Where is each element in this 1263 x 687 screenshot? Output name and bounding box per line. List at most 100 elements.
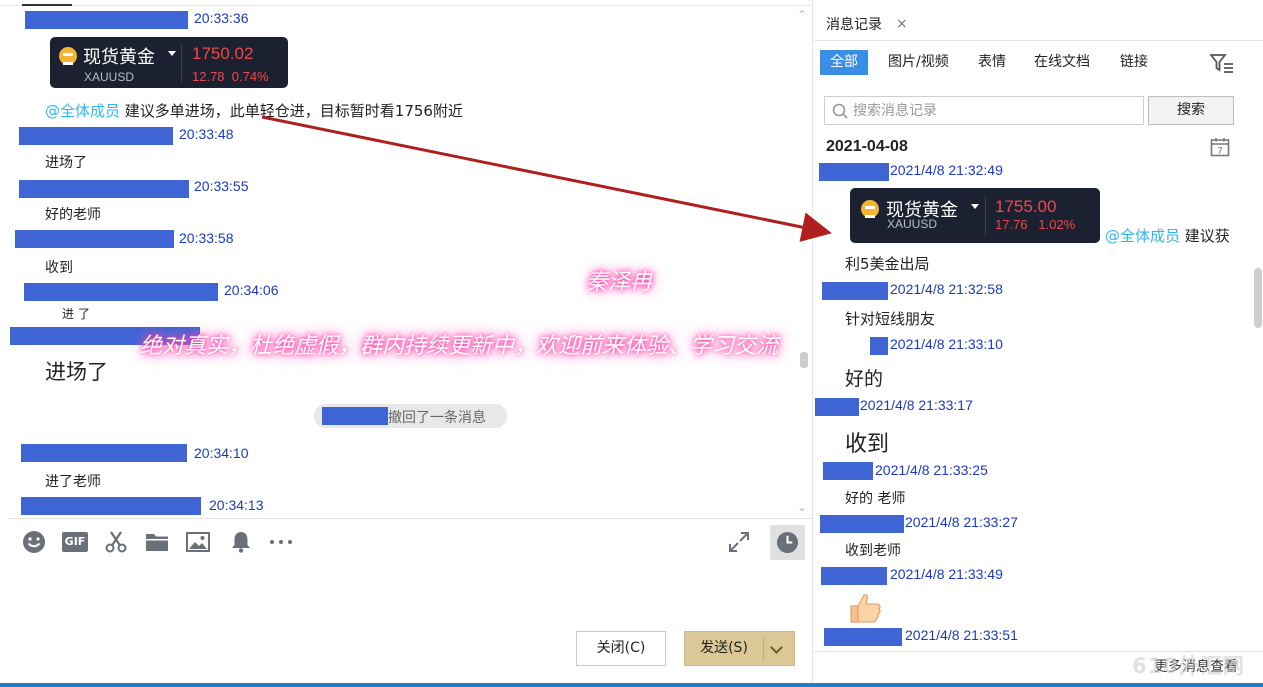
close-icon[interactable]: × bbox=[896, 16, 908, 32]
record-time: 2021/4/8 21:33:10 bbox=[890, 336, 1003, 352]
thumbs-up-icon bbox=[850, 594, 881, 623]
gold-coin-icon bbox=[59, 47, 77, 65]
quote-card[interactable]: 现货黄金 XAUUSD 1750.02 12.78 0.74% bbox=[50, 37, 288, 88]
close-button[interactable]: 关闭(C) bbox=[576, 631, 666, 666]
chevron-down-icon[interactable] bbox=[770, 641, 783, 654]
redacted-sender bbox=[24, 283, 218, 301]
redacted-sender bbox=[25, 11, 188, 29]
record-time: 2021/4/8 21:33:27 bbox=[905, 514, 1018, 530]
quote-change-value: 12.78 bbox=[192, 69, 225, 84]
record-text: 针对短线朋友 bbox=[845, 310, 936, 328]
quote-change: 17.76 1.02% bbox=[995, 217, 1075, 232]
message-time: 20:33:58 bbox=[179, 230, 234, 246]
more-icon[interactable] bbox=[269, 530, 293, 554]
search-box[interactable] bbox=[824, 96, 1144, 125]
caret-down-icon[interactable] bbox=[971, 204, 979, 209]
advice-text-start: 建议获 bbox=[1184, 227, 1230, 245]
message-time: 20:33:55 bbox=[194, 178, 249, 194]
advice-message: @全体成员 建议获 bbox=[1105, 225, 1230, 246]
input-toolbar: GIF bbox=[8, 518, 813, 566]
record-time: 2021/4/8 21:33:25 bbox=[875, 462, 988, 478]
tab-emoji[interactable]: 表情 bbox=[978, 50, 1006, 75]
message-time: 20:34:13 bbox=[209, 497, 264, 513]
quote-symbol: XAUUSD bbox=[887, 217, 938, 231]
scroll-up-icon[interactable]: ⌃ bbox=[797, 8, 807, 22]
record-text-large: 收到 bbox=[845, 432, 890, 457]
mention-all[interactable]: @全体成员 bbox=[45, 102, 120, 120]
gold-coin-icon bbox=[861, 200, 879, 218]
quote-change-percent: 0.74% bbox=[231, 69, 269, 84]
advice-message: @全体成员 建议多单进场，此单轻仓进，目标暂时看1756附近 bbox=[45, 100, 463, 121]
redacted-sender bbox=[19, 127, 173, 145]
record-text-large: 好的 bbox=[845, 368, 884, 390]
calendar-icon[interactable]: 7 bbox=[1210, 137, 1230, 157]
message-text-large: 进场了 bbox=[45, 360, 108, 384]
record-time: 2021/4/8 21:32:49 bbox=[890, 162, 1003, 178]
redacted-sender bbox=[19, 180, 189, 198]
overlay-name: 秦泽冉 bbox=[586, 270, 653, 295]
gif-icon[interactable]: GIF bbox=[62, 532, 88, 552]
quote-price: 1755.00 bbox=[995, 197, 1057, 216]
panel-title: 消息记录 bbox=[826, 17, 882, 33]
record-text: 好的 老师 bbox=[845, 491, 906, 507]
record-time: 2021/4/8 21:33:51 bbox=[905, 627, 1018, 643]
send-button[interactable]: 发送(S) bbox=[684, 631, 795, 666]
scrollbar-thumb[interactable] bbox=[800, 352, 808, 368]
clock-icon bbox=[776, 531, 799, 554]
redacted-sender bbox=[820, 515, 904, 533]
record-text: 收到老师 bbox=[845, 543, 901, 559]
redacted-sender bbox=[815, 398, 859, 416]
redacted-sender bbox=[21, 497, 201, 515]
message-time: 20:33:36 bbox=[194, 10, 249, 26]
redacted-sender bbox=[15, 230, 174, 248]
recall-notice: 撤回了一条消息 bbox=[314, 404, 507, 428]
recall-text: 撤回了一条消息 bbox=[388, 410, 486, 426]
expand-icon[interactable] bbox=[727, 530, 751, 554]
quote-change-percent: 1.02% bbox=[1038, 217, 1076, 232]
folder-icon[interactable] bbox=[145, 530, 169, 554]
quote-change-value: 17.76 bbox=[995, 217, 1028, 232]
message-text: 进了老师 bbox=[45, 474, 101, 490]
redacted-sender bbox=[824, 628, 902, 646]
search-button[interactable]: 搜索 bbox=[1148, 96, 1234, 125]
message-time: 20:33:48 bbox=[179, 126, 234, 142]
scrollbar-thumb[interactable] bbox=[1254, 268, 1262, 328]
filter-icon[interactable] bbox=[1209, 53, 1234, 75]
search-input[interactable] bbox=[853, 99, 1133, 122]
tab-media[interactable]: 图片/视频 bbox=[888, 50, 949, 75]
message-list[interactable]: ⌃ 20:33:36 现货黄金 XAUUSD 1750.02 12.78 0.7… bbox=[0, 6, 813, 517]
image-icon[interactable] bbox=[186, 530, 210, 554]
quote-card[interactable]: 现货黄金 XAUUSD 1755.00 17.76 1.02% bbox=[850, 188, 1100, 243]
advice-text: 建议多单进场，此单轻仓进，目标暂时看1756附近 bbox=[124, 102, 463, 120]
message-text: 进场了 bbox=[45, 155, 87, 171]
redacted-sender bbox=[823, 462, 873, 480]
overlay-banner: 绝对真实，杜绝虚假，群内持续更新中，欢迎前来体验、学习交流 bbox=[140, 334, 779, 359]
calendar-day: 7 bbox=[1217, 147, 1223, 157]
redacted-sender bbox=[870, 337, 888, 355]
send-divider bbox=[763, 638, 764, 660]
tab-links[interactable]: 链接 bbox=[1120, 50, 1148, 75]
bell-icon[interactable] bbox=[229, 530, 253, 554]
date-header: 2021-04-08 bbox=[826, 138, 908, 155]
header-divider bbox=[814, 40, 1263, 41]
quote-change: 12.78 0.74% bbox=[192, 69, 269, 84]
record-time: 2021/4/8 21:33:17 bbox=[860, 397, 973, 413]
tab-all[interactable]: 全部 bbox=[820, 50, 868, 75]
history-button[interactable] bbox=[770, 525, 805, 560]
quote-price: 1750.02 bbox=[192, 44, 254, 63]
redacted-sender bbox=[822, 282, 888, 300]
message-record-panel: 消息记录 × 全部 图片/视频 表情 在线文档 链接 搜索 2021-04-08… bbox=[814, 0, 1263, 683]
scroll-down-icon[interactable]: ⌄ bbox=[797, 500, 807, 514]
caret-down-icon[interactable] bbox=[168, 51, 176, 56]
tab-docs[interactable]: 在线文档 bbox=[1034, 50, 1090, 75]
scissors-icon[interactable] bbox=[104, 530, 128, 554]
message-text: 收到 bbox=[45, 260, 73, 276]
card-divider bbox=[181, 44, 182, 82]
search-icon bbox=[832, 103, 848, 119]
quote-name: 现货黄金 bbox=[83, 47, 155, 68]
redacted-sender bbox=[21, 444, 187, 462]
site-watermark: 610外汇网 bbox=[1132, 654, 1245, 678]
advice-text-rest: 利5美金出局 bbox=[845, 255, 930, 273]
mention-all[interactable]: @全体成员 bbox=[1105, 227, 1180, 245]
emoji-icon[interactable] bbox=[22, 530, 46, 554]
